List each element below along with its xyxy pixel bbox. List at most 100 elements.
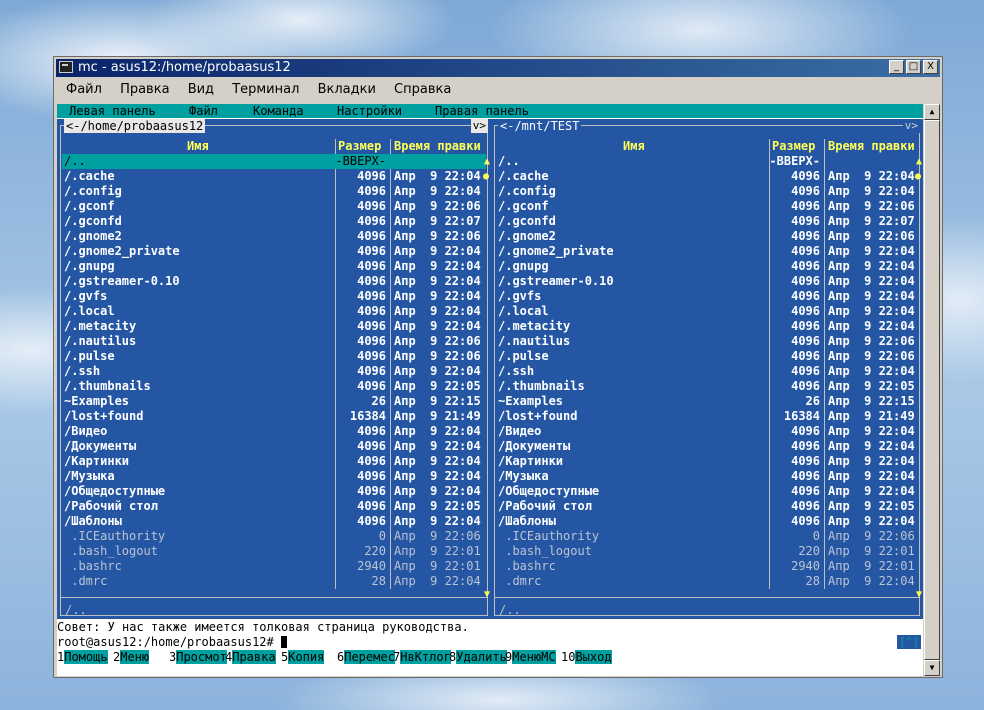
left-file-row[interactable]: .dmrc 28 Апр 9 22:04	[62, 574, 486, 589]
right-panel-path[interactable]: <-/mnt/TEST	[498, 119, 582, 133]
maximize-button[interactable]: □	[906, 60, 921, 74]
left-file-row[interactable]: /Музыка 4096 Апр 9 22:04	[62, 469, 486, 484]
left-file-row[interactable]: /.thumbnails 4096 Апр 9 22:05	[62, 379, 486, 394]
right-file-row[interactable]: .ICEauthority 0 Апр 9 22:06	[496, 529, 918, 544]
left-file-row[interactable]: /.config 4096 Апр 9 22:04	[62, 184, 486, 199]
right-file-row[interactable]: /lost+found 16384 Апр 9 21:49	[496, 409, 918, 424]
menu-tabs[interactable]: Вкладки	[318, 82, 376, 97]
right-file-row[interactable]: /Картинки 4096 Апр 9 22:04	[496, 454, 918, 469]
left-file-row[interactable]: /Общедоступные 4096 Апр 9 22:04	[62, 484, 486, 499]
menu-file[interactable]: Файл	[66, 82, 102, 97]
right-file-row[interactable]: /Видео 4096 Апр 9 22:04	[496, 424, 918, 439]
right-file-row[interactable]: /Общедоступные 4096 Апр 9 22:04	[496, 484, 918, 499]
right-file-row[interactable]: /.gconfd 4096 Апр 9 22:07	[496, 214, 918, 229]
fkey-5[interactable]: 5Копия	[281, 650, 325, 665]
fkey-3[interactable]: 3Просмот	[169, 650, 227, 665]
scroll-up-arrow-icon[interactable]: ▲	[924, 104, 940, 120]
window-titlebar[interactable]: mc - asus12:/home/probaasus12 _ □ X	[56, 59, 940, 77]
fkey-7[interactable]: 7НвКтлог	[393, 650, 451, 665]
right-file-row[interactable]: ~Examples 26 Апр 9 22:15	[496, 394, 918, 409]
right-file-row[interactable]: .dmrc 28 Апр 9 22:04	[496, 574, 918, 589]
menu-terminal[interactable]: Терминал	[232, 82, 299, 97]
terminal-area[interactable]: Левая панель Файл Команда Настройки Прав…	[57, 104, 923, 676]
right-panel[interactable]: <-/mnt/TEST v> Имя Размер Время правки /…	[491, 119, 923, 619]
fkey-9[interactable]: 9МенюМС	[505, 650, 556, 665]
left-file-row[interactable]: .ICEauthority 0 Апр 9 22:06	[62, 529, 486, 544]
left-file-row[interactable]: /.gnupg 4096 Апр 9 22:04	[62, 259, 486, 274]
left-col-time[interactable]: Время правки	[394, 139, 481, 153]
mc-menu-left-panel[interactable]: Левая панель	[69, 104, 156, 118]
terminal-scrollbar[interactable]: ▲ ▼	[924, 104, 940, 676]
right-file-row[interactable]: /.gconf 4096 Апр 9 22:06	[496, 199, 918, 214]
left-file-row[interactable]: /Шаблоны 4096 Апр 9 22:04	[62, 514, 486, 529]
left-file-row[interactable]: /.gnome2 4096 Апр 9 22:06	[62, 229, 486, 244]
right-file-row[interactable]: .bashrc 2940 Апр 9 22:01	[496, 559, 918, 574]
scrollbar-thumb[interactable]	[924, 120, 940, 660]
right-scroll-thumb-icon[interactable]: ●	[915, 171, 921, 182]
right-file-row[interactable]: /.thumbnails 4096 Апр 9 22:05	[496, 379, 918, 394]
right-file-row[interactable]: /.gnome2 4096 Апр 9 22:06	[496, 229, 918, 244]
right-file-row[interactable]: /.cache 4096 Апр 9 22:04	[496, 169, 918, 184]
left-file-row[interactable]: /.nautilus 4096 Апр 9 22:06	[62, 334, 486, 349]
left-scroll-thumb-icon[interactable]: ●	[483, 171, 489, 182]
minimize-button[interactable]: _	[889, 60, 904, 74]
left-scroll-down-icon[interactable]: ▼	[484, 589, 490, 600]
right-file-row[interactable]: /.ssh 4096 Апр 9 22:04	[496, 364, 918, 379]
left-file-row[interactable]: /Документы 4096 Апр 9 22:04	[62, 439, 486, 454]
left-panel[interactable]: <-/home/probaasus12 v> Имя Размер Время …	[57, 119, 491, 619]
right-file-row[interactable]: /.metacity 4096 Апр 9 22:04	[496, 319, 918, 334]
fkey-8[interactable]: 8Удалить	[449, 650, 507, 665]
left-file-row[interactable]: /.local 4096 Апр 9 22:04	[62, 304, 486, 319]
right-file-row[interactable]: .bash_logout 220 Апр 9 22:01	[496, 544, 918, 559]
right-col-time[interactable]: Время правки	[828, 139, 915, 153]
mc-menu-file[interactable]: Файл	[189, 104, 218, 118]
left-panel-corner[interactable]: v>	[470, 119, 488, 133]
left-file-row[interactable]: /Видео 4096 Апр 9 22:04	[62, 424, 486, 439]
right-file-row[interactable]: /.. -ВВЕРХ-	[496, 154, 918, 169]
menu-help[interactable]: Справка	[394, 82, 451, 97]
left-file-row[interactable]: /.metacity 4096 Апр 9 22:04	[62, 319, 486, 334]
close-button[interactable]: X	[923, 60, 938, 74]
menu-edit[interactable]: Правка	[120, 82, 169, 97]
left-file-row[interactable]: /.gstreamer-0.10 4096 Апр 9 22:04	[62, 274, 486, 289]
left-file-row[interactable]: /.gnome2_private 4096 Апр 9 22:04	[62, 244, 486, 259]
right-col-name[interactable]: Имя	[623, 139, 645, 153]
right-file-row[interactable]: /.local 4096 Апр 9 22:04	[496, 304, 918, 319]
fkey-1[interactable]: 1Помощь	[57, 650, 108, 665]
right-file-row[interactable]: /.gnupg 4096 Апр 9 22:04	[496, 259, 918, 274]
right-file-row[interactable]: /.gstreamer-0.10 4096 Апр 9 22:04	[496, 274, 918, 289]
fkey-6[interactable]: 6Перемес	[337, 650, 395, 665]
left-col-size[interactable]: Размер	[338, 139, 381, 153]
right-file-row[interactable]: /.nautilus 4096 Апр 9 22:06	[496, 334, 918, 349]
right-file-row[interactable]: /.gvfs 4096 Апр 9 22:04	[496, 289, 918, 304]
mc-menu-command[interactable]: Команда	[253, 104, 304, 118]
left-scroll-up-icon[interactable]: ▲	[484, 156, 490, 167]
right-scroll-down-icon[interactable]: ▼	[916, 589, 922, 600]
terminal-app-icon[interactable]	[59, 61, 73, 73]
left-file-row[interactable]: /.pulse 4096 Апр 9 22:06	[62, 349, 486, 364]
mc-menu-options[interactable]: Настройки	[337, 104, 402, 118]
right-file-row[interactable]: /Музыка 4096 Апр 9 22:04	[496, 469, 918, 484]
left-file-row[interactable]: /lost+found 16384 Апр 9 21:49	[62, 409, 486, 424]
right-col-size[interactable]: Размер	[772, 139, 815, 153]
fkey-2[interactable]: 2Меню	[113, 650, 150, 665]
right-file-row[interactable]: /.pulse 4096 Апр 9 22:06	[496, 349, 918, 364]
right-file-row[interactable]: /Шаблоны 4096 Апр 9 22:04	[496, 514, 918, 529]
left-col-name[interactable]: Имя	[187, 139, 209, 153]
right-scroll-up-icon[interactable]: ▲	[916, 156, 922, 167]
left-file-row[interactable]: /.cache 4096 Апр 9 22:04	[62, 169, 486, 184]
fkey-4[interactable]: 4Правка	[225, 650, 276, 665]
left-file-row[interactable]: ~Examples 26 Апр 9 22:15	[62, 394, 486, 409]
right-file-row[interactable]: /Рабочий стол 4096 Апр 9 22:05	[496, 499, 918, 514]
left-file-row[interactable]: /.. -ВВЕРХ-	[62, 154, 486, 169]
left-panel-path[interactable]: <-/home/probaasus12	[64, 119, 206, 133]
command-line[interactable]: root@asus12:/home/probaasus12#	[57, 635, 923, 650]
left-file-row[interactable]: /.gconfd 4096 Апр 9 22:07	[62, 214, 486, 229]
scroll-down-arrow-icon[interactable]: ▼	[924, 660, 940, 676]
right-panel-corner[interactable]: v>	[902, 119, 920, 133]
left-file-row[interactable]: /.gconf 4096 Апр 9 22:06	[62, 199, 486, 214]
left-file-row[interactable]: .bashrc 2940 Апр 9 22:01	[62, 559, 486, 574]
fkey-10[interactable]: 10Выход	[561, 650, 612, 665]
history-button[interactable]: [^]	[897, 635, 921, 649]
left-file-row[interactable]: /.gvfs 4096 Апр 9 22:04	[62, 289, 486, 304]
